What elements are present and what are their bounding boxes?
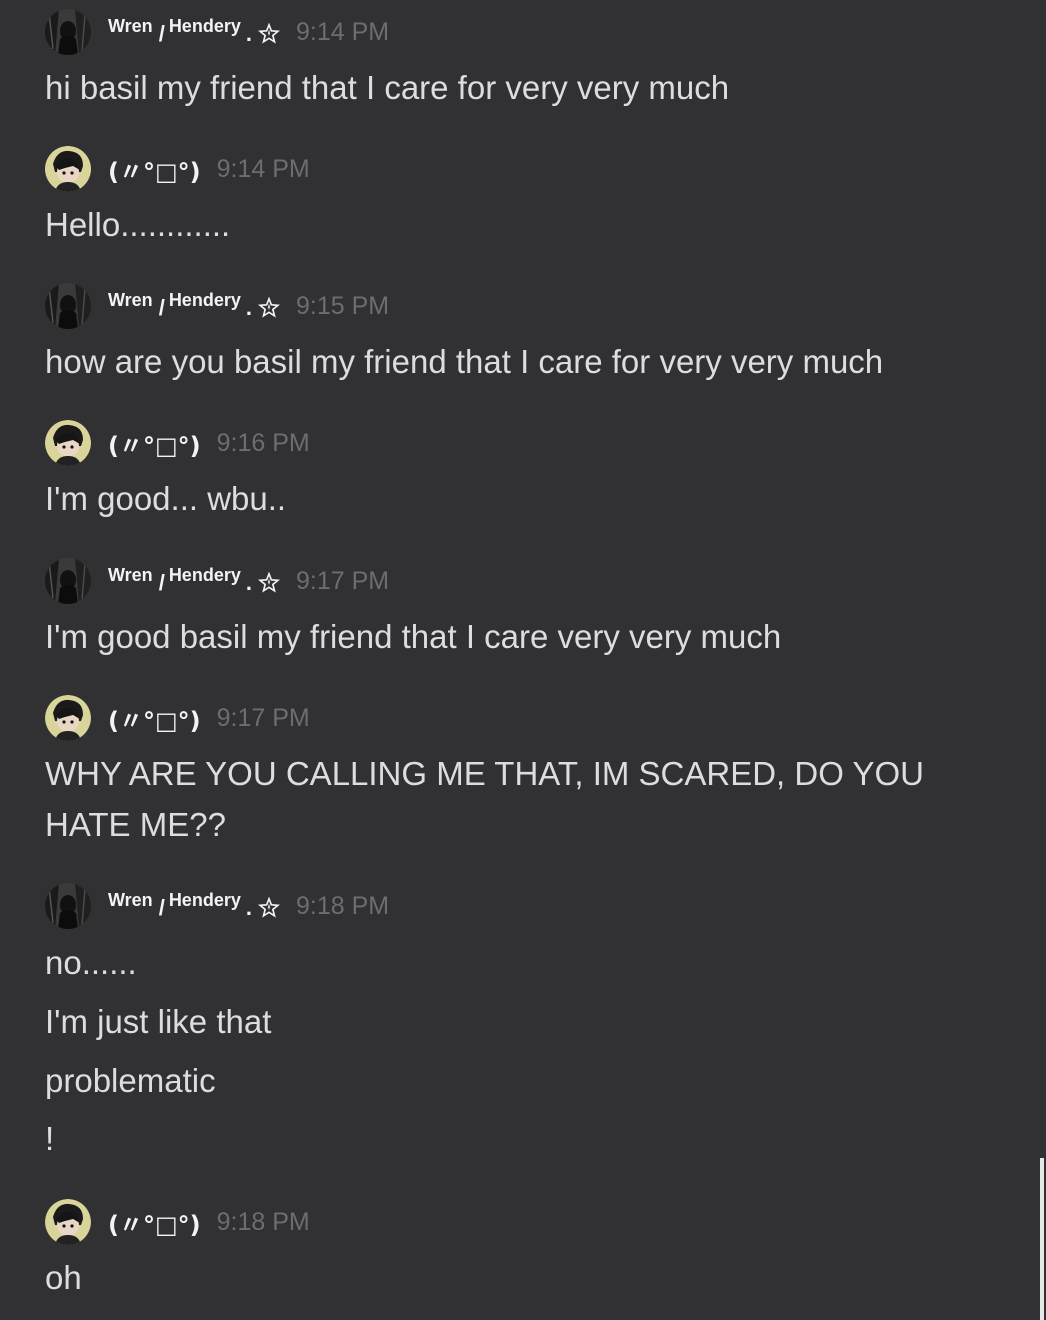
star-icon — [257, 572, 280, 594]
message-text: I'm good basil my friend that I care ver… — [45, 618, 782, 655]
timestamp[interactable]: 9:17 PM — [217, 704, 310, 733]
message-text: hi basil my friend that I care for very … — [45, 69, 730, 106]
avatar-wren[interactable] — [45, 9, 91, 55]
username-wren[interactable]: Wren — [108, 565, 153, 586]
avatar-basil[interactable] — [45, 1199, 91, 1245]
message-text: I'm good... wbu.. — [45, 480, 287, 517]
username-separator: / — [158, 895, 165, 920]
message-text: WHY ARE YOU CALLING ME THAT, IM SCARED, … — [45, 755, 924, 792]
timestamp[interactable]: 9:15 PM — [296, 292, 389, 321]
timestamp[interactable]: 9:18 PM — [296, 892, 389, 921]
avatar-basil[interactable] — [45, 420, 91, 466]
username-hendery[interactable]: Hendery — [169, 16, 241, 37]
username-basil[interactable]: (〃°□°) — [108, 426, 201, 461]
star-icon — [257, 23, 280, 45]
username-separator: / — [158, 21, 165, 46]
username-dot: . — [245, 895, 252, 920]
username-hendery[interactable]: Hendery — [169, 890, 241, 911]
username-wren[interactable]: Wren — [108, 16, 153, 37]
message-text: problematic — [45, 1062, 216, 1099]
username-basil[interactable]: (〃°□°) — [108, 152, 201, 187]
avatar-basil[interactable] — [45, 695, 91, 741]
username-dot: . — [245, 21, 252, 46]
username-separator: / — [158, 295, 165, 320]
timestamp[interactable]: 9:14 PM — [217, 155, 310, 184]
timestamp[interactable]: 9:16 PM — [217, 429, 310, 458]
username-basil[interactable]: (〃°□°) — [108, 1205, 201, 1240]
message-text: HATE ME?? — [45, 806, 226, 843]
avatar-wren[interactable] — [45, 283, 91, 329]
username-wren[interactable]: Wren — [108, 290, 153, 311]
message-text: oh — [45, 1259, 82, 1296]
timestamp[interactable]: 9:17 PM — [296, 567, 389, 596]
username-basil[interactable]: (〃°□°) — [108, 701, 201, 736]
username-hendery[interactable]: Hendery — [169, 565, 241, 586]
timestamp[interactable]: 9:18 PM — [217, 1208, 310, 1237]
username-wren[interactable]: Wren — [108, 890, 153, 911]
scrollbar[interactable] — [1040, 1158, 1044, 1320]
message-text: no...... — [45, 944, 137, 981]
avatar-wren[interactable] — [45, 558, 91, 604]
star-icon — [257, 897, 280, 919]
message-text: how are you basil my friend that I care … — [45, 343, 884, 380]
timestamp[interactable]: 9:14 PM — [296, 18, 389, 47]
avatar-wren[interactable] — [45, 883, 91, 929]
message-text: ! — [45, 1120, 55, 1157]
username-separator: / — [158, 570, 165, 595]
message-text: I'm just like that — [45, 1003, 272, 1040]
message-text: Hello............ — [45, 206, 231, 243]
star-icon — [257, 297, 280, 319]
username-hendery[interactable]: Hendery — [169, 290, 241, 311]
username-dot: . — [245, 570, 252, 595]
username-dot: . — [245, 295, 252, 320]
avatar-basil[interactable] — [45, 146, 91, 192]
